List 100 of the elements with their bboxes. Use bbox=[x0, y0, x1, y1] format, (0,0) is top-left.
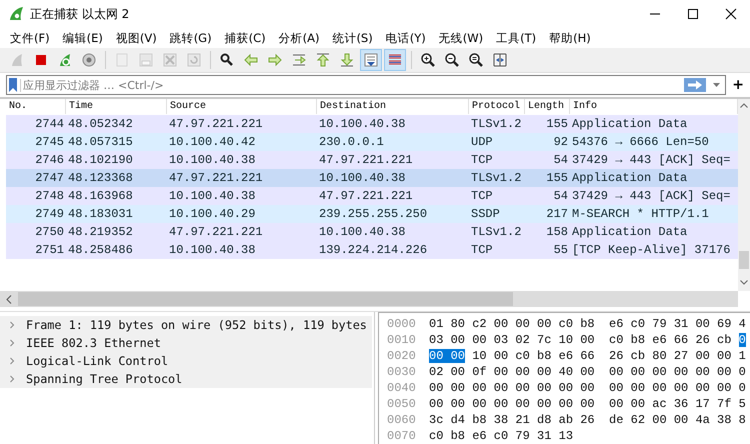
filter-bar[interactable]: 应用显示过滤器 … <Ctrl-/> bbox=[6, 75, 726, 95]
maximize-icon[interactable] bbox=[687, 8, 699, 20]
packet-row[interactable]: 2751 48.258486 10.100.40.38 139.224.214.226 TCP 55 [TCP Keep-Alive] 37176 bbox=[6, 241, 738, 259]
menu-item[interactable]: 捕获(C) bbox=[218, 30, 273, 46]
reload-icon bbox=[186, 52, 202, 68]
right-arrow-icon bbox=[267, 52, 283, 68]
table-cell-text: SSDP bbox=[470, 207, 501, 221]
table-cell-text: 48.219352 bbox=[67, 225, 134, 239]
scroll-left-icon[interactable] bbox=[6, 294, 12, 304]
up-arrow-icon bbox=[315, 52, 331, 68]
table-cell-text: 230.0.0.1 bbox=[318, 135, 385, 149]
table-cell-text: TCP bbox=[470, 243, 494, 257]
hex-bytes: 00 00 10 00 c0 b8 e6 66 26 cb 80 27 00 00 1 bbox=[429, 349, 746, 363]
menu-item[interactable]: 视图(V) bbox=[110, 30, 164, 46]
menu-item[interactable]: 无线(W) bbox=[432, 30, 490, 46]
table-cell-text: 2748 bbox=[34, 189, 65, 203]
table-cell-text: 48.123368 bbox=[67, 171, 134, 185]
zoom-reset-icon bbox=[468, 52, 484, 68]
packet-row[interactable]: 2745 48.057315 10.100.40.42 230.0.0.1 UDP 92 54376 → 6666 Len=50 bbox=[6, 133, 738, 151]
scroll-up-icon[interactable] bbox=[740, 103, 748, 108]
table-cell-text: 48.102190 bbox=[67, 153, 134, 167]
table-cell-text: TLSv1.2 bbox=[470, 117, 522, 131]
table-cell-text: 2747 bbox=[34, 171, 65, 185]
menu-item[interactable]: 帮助(H) bbox=[543, 30, 598, 46]
table-cell-text: 139.224.214.226 bbox=[318, 243, 428, 257]
table-cell-text: 47.97.221.221 bbox=[168, 225, 264, 239]
document-icon bbox=[114, 52, 130, 68]
add-filter-button[interactable]: + bbox=[730, 78, 746, 92]
table-cell-text: 48.163968 bbox=[67, 189, 134, 203]
window-title: 正在捕获 以太网 2 bbox=[30, 6, 130, 22]
column-header[interactable]: Length bbox=[525, 99, 570, 114]
jump-arrow-icon bbox=[291, 52, 307, 68]
scrollbar-thumb[interactable] bbox=[739, 251, 749, 269]
hex-bytes: 03 00 00 03 02 7c 10 00 c0 b8 e6 66 26 cb 0 bbox=[429, 333, 746, 347]
table-cell-text: 10.100.40.38 bbox=[168, 243, 256, 257]
table-cell-text: 48.057315 bbox=[67, 135, 134, 149]
table-cell-text: 10.100.40.38 bbox=[168, 153, 256, 167]
column-header[interactable]: Time bbox=[66, 99, 167, 114]
table-cell-text: 48.052342 bbox=[67, 117, 134, 131]
table-cell-text: Application Data bbox=[571, 117, 688, 131]
table-cell-text: TCP bbox=[470, 189, 494, 203]
offset-label: 0040 bbox=[386, 381, 417, 395]
close-icon[interactable] bbox=[725, 8, 737, 20]
column-header[interactable]: Protocol bbox=[469, 99, 525, 114]
table-cell-text: Application Data bbox=[571, 225, 688, 239]
menu-item[interactable]: 电话(Y) bbox=[380, 30, 433, 46]
packet-row[interactable]: 2747 48.123368 47.97.221.221 10.100.40.38 TLSv1.2 155 Application Data bbox=[6, 169, 738, 187]
zoom-in-icon bbox=[420, 52, 436, 68]
table-cell-text: 48.258486 bbox=[67, 243, 134, 257]
collapsed-chevron-icon[interactable] bbox=[8, 375, 16, 383]
table-cell-text: 2749 bbox=[34, 207, 65, 221]
table-cell-text: 2745 bbox=[34, 135, 65, 149]
offset-label: 0010 bbox=[386, 333, 417, 347]
display-filter-field[interactable]: 应用显示过滤器 … <Ctrl-/> bbox=[20, 78, 682, 92]
packet-row[interactable]: 2746 48.102190 10.100.40.38 47.97.221.221 TCP 54 37429 → 443 [ACK] Seq= bbox=[6, 151, 738, 169]
column-header[interactable]: Destination bbox=[317, 99, 469, 114]
toolbar-button[interactable] bbox=[360, 49, 382, 71]
offset-label: 0020 bbox=[386, 349, 417, 363]
table-cell-text: 47.97.221.221 bbox=[318, 153, 414, 167]
collapsed-chevron-icon[interactable] bbox=[8, 339, 16, 347]
table-cell-text: 37429 → 443 [ACK] Seq= bbox=[571, 153, 732, 167]
toolbar-button[interactable] bbox=[384, 49, 406, 71]
scroll-down-icon[interactable] bbox=[740, 280, 748, 285]
menu-item[interactable]: 编辑(E) bbox=[56, 30, 110, 46]
shark-fin-icon bbox=[9, 52, 25, 68]
column-header[interactable]: No. bbox=[6, 99, 66, 114]
menu-item[interactable]: 跳转(G) bbox=[164, 30, 219, 46]
packet-row[interactable]: 2749 48.183031 10.100.40.29 239.255.255.250 SSDP 217 M-SEARCH * HTTP/1.1 bbox=[6, 205, 738, 223]
hex-bytes: c0 b8 e6 c0 79 31 13 bbox=[429, 429, 574, 443]
table-cell-text: 10.100.40.38 bbox=[318, 225, 406, 239]
hex-bytes: 00 00 00 00 00 00 00 00 00 00 00 00 00 00 0 bbox=[429, 381, 746, 395]
collapsed-chevron-icon[interactable] bbox=[8, 357, 16, 365]
table-cell-text: 10.100.40.38 bbox=[168, 189, 256, 203]
collapsed-chevron-icon[interactable] bbox=[8, 321, 16, 329]
table-cell-text: 158 bbox=[545, 225, 569, 239]
table-cell-text: 2744 bbox=[34, 117, 65, 131]
table-cell-text: 47.97.221.221 bbox=[318, 189, 414, 203]
table-cell-text: 10.100.40.38 bbox=[318, 171, 406, 185]
packet-row[interactable]: 2750 48.219352 47.97.221.221 10.100.40.38 TLSv1.2 158 Application Data bbox=[6, 223, 738, 241]
table-cell-text: TLSv1.2 bbox=[470, 225, 522, 239]
column-header[interactable]: Source bbox=[167, 99, 317, 114]
apply-filter-button[interactable] bbox=[684, 78, 706, 92]
menu-item[interactable]: 分析(A) bbox=[272, 30, 326, 46]
packet-row[interactable]: 2748 48.163968 10.100.40.38 47.97.221.221 TCP 54 37429 → 443 [ACK] Seq= bbox=[6, 187, 738, 205]
menu-item[interactable]: 文件(F) bbox=[4, 30, 57, 46]
table-cell-text: 2751 bbox=[34, 243, 65, 257]
restart-icon bbox=[57, 52, 73, 68]
zoom-out-icon bbox=[444, 52, 460, 68]
vertical-scrollbar[interactable] bbox=[738, 99, 750, 291]
table-cell-text: 54376 → 6666 Len=50 bbox=[571, 135, 710, 149]
close-file-icon bbox=[162, 52, 178, 68]
packet-row[interactable]: 2744 48.052342 47.97.221.221 10.100.40.38 TLSv1.2 155 Application Data bbox=[6, 115, 738, 133]
horizontal-scrollbar[interactable] bbox=[18, 292, 513, 306]
menu-item[interactable]: 统计(S) bbox=[326, 30, 380, 46]
menu-item[interactable]: 工具(T) bbox=[490, 30, 544, 46]
caret-icon bbox=[712, 83, 720, 87]
table-cell-text: 239.255.255.250 bbox=[318, 207, 428, 221]
hex-bytes: 01 80 c2 00 00 00 c0 b8 e6 c0 79 31 00 69 4 bbox=[429, 317, 746, 331]
hex-bytes: 00 00 00 00 00 00 00 00 00 00 ac 36 17 7f 5 bbox=[429, 397, 746, 411]
bookmark-icon[interactable] bbox=[9, 78, 17, 92]
